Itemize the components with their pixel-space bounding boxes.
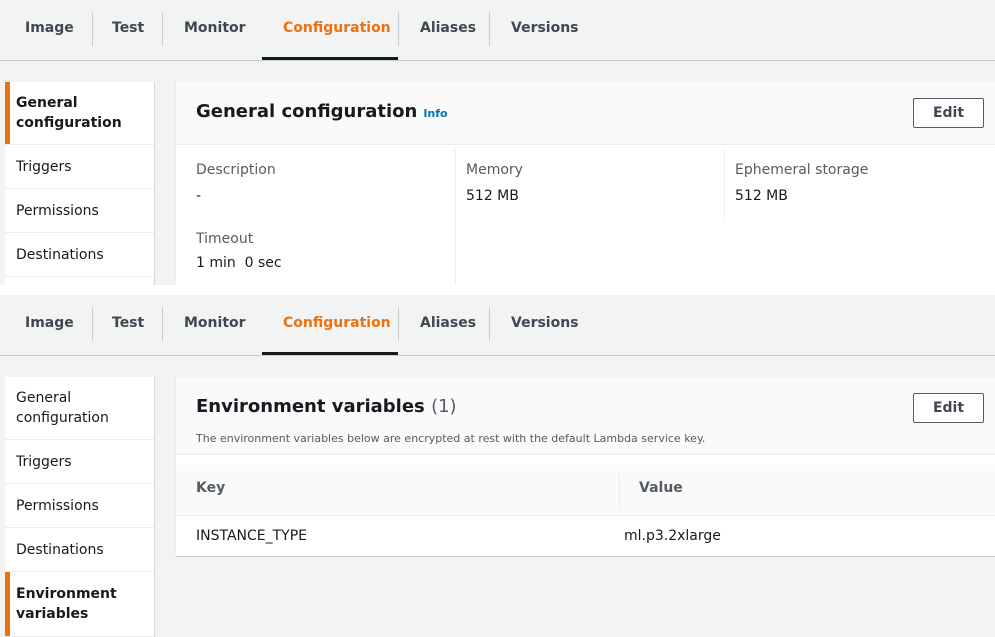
edit-button[interactable]: Edit [913,393,984,423]
column-header-key[interactable]: Key [196,480,225,496]
nav-item-label: Destinations [16,541,104,558]
environment-variables-panel: Image Test Monitor Configuration Aliases… [0,295,995,637]
general-configuration-card: General configuration Info Edit Descripti… [175,82,995,285]
card-title-text: Environment variables [196,396,425,417]
table-header: Key Value [176,465,995,516]
general-config-panel: Image Test Monitor Configuration Aliases… [0,0,995,285]
description-label: Description [196,162,276,178]
nav-item-general-configuration[interactable]: General configuration [5,377,154,440]
nav-item-label: General configuration [16,95,122,131]
active-nav-indicator [5,572,10,636]
timeout-label: Timeout [196,231,254,247]
nav-item-label: General configuration [16,390,109,426]
tab-divider [162,307,163,341]
card-title: Environment variables (1) [196,396,457,417]
nav-item-triggers[interactable]: Triggers [5,145,154,189]
nav-item-permissions[interactable]: Permissions [5,484,154,528]
nav-item-destinations[interactable]: Destinations [5,233,154,277]
ephemeral-storage-value: 512 MB [735,188,788,204]
memory-value: 512 MB [466,188,519,204]
nav-item-label: Triggers [16,453,72,470]
nav-item-environment-variables[interactable]: Environment variables [5,572,154,637]
card-header: Environment variables (1) The environmen… [176,377,995,455]
tab-divider [489,307,490,341]
active-tab-indicator [262,57,398,60]
timeout-value: 1 min 0 sec [196,255,282,271]
nav-item-label: Environment variables [16,586,117,622]
config-side-nav: General configuration Triggers Permissio… [5,377,155,637]
info-link[interactable]: Info [423,107,447,120]
tab-divider [92,307,93,341]
environment-variables-card: Environment variables (1) The environmen… [175,377,995,557]
active-tab-indicator [262,352,398,355]
card-description: The environment variables below are encr… [196,432,706,445]
card-header: General configuration Info Edit [176,82,995,145]
variable-count: (1) [431,396,457,417]
column-divider [455,150,456,285]
tab-bar: Image Test Monitor Configuration Aliases… [0,295,995,356]
tab-divider [489,12,490,46]
nav-item-label: Permissions [16,497,99,514]
tab-configuration[interactable]: Configuration [283,20,391,42]
edit-button[interactable]: Edit [913,98,984,128]
tab-aliases[interactable]: Aliases [420,315,476,337]
tab-test[interactable]: Test [112,315,144,337]
nav-item-general-configuration[interactable]: General configuration [5,82,154,145]
tab-monitor[interactable]: Monitor [184,20,246,42]
column-header-value[interactable]: Value [639,480,683,496]
tab-divider [92,12,93,46]
memory-label: Memory [466,162,523,178]
column-divider [724,150,725,218]
row-value: ml.p3.2xlarge [624,528,721,544]
tab-bar: Image Test Monitor Configuration Aliases… [0,0,995,61]
active-nav-indicator [5,82,10,144]
tab-versions[interactable]: Versions [511,315,579,337]
nav-item-label: Permissions [16,202,99,219]
tab-versions[interactable]: Versions [511,20,579,42]
tab-monitor[interactable]: Monitor [184,315,246,337]
column-divider [619,473,620,507]
card-title-text: General configuration [196,101,418,122]
nav-item-destinations[interactable]: Destinations [5,528,154,572]
nav-item-permissions[interactable]: Permissions [5,189,154,233]
table-bottom-border [176,556,995,557]
tab-aliases[interactable]: Aliases [420,20,476,42]
tab-image[interactable]: Image [25,20,74,42]
tab-image[interactable]: Image [25,315,74,337]
tab-divider [398,12,399,46]
config-side-nav: General configuration Triggers Permissio… [5,82,155,285]
description-value: - [196,188,202,204]
nav-item-label: Triggers [16,158,72,175]
tab-divider [162,12,163,46]
ephemeral-storage-label: Ephemeral storage [735,162,869,178]
tab-divider [398,307,399,341]
tab-test[interactable]: Test [112,20,144,42]
nav-item-triggers[interactable]: Triggers [5,440,154,484]
nav-item-label: Destinations [16,246,104,263]
tab-configuration[interactable]: Configuration [283,315,391,337]
row-key: INSTANCE_TYPE [196,528,308,544]
card-title: General configuration Info [196,101,448,122]
